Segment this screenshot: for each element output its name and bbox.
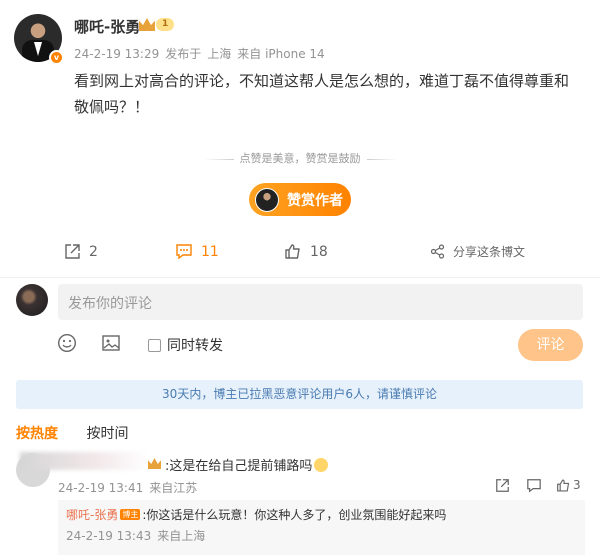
comment-text-body: :这是在给自己提前铺路吗 bbox=[165, 459, 313, 474]
sort-by-hot-tab[interactable]: 按热度 bbox=[16, 426, 58, 442]
post-text: 看到网上对高合的评论，不知道这帮人是怎么想的，难道丁磊不值得尊重和敬佩吗？！ bbox=[74, 72, 570, 116]
commenter-name-blurred bbox=[20, 452, 148, 470]
like-button[interactable]: 18 bbox=[284, 243, 328, 260]
author-name[interactable]: 哪吒-张勇 bbox=[74, 16, 140, 37]
comment-icon bbox=[176, 244, 192, 260]
post-location: 上海 bbox=[207, 47, 232, 61]
reply-author[interactable]: 哪吒-张勇 bbox=[66, 508, 118, 522]
reply-date: 24-2-19 13:43 bbox=[66, 529, 152, 543]
post-actions: 2 11 18 分享这条博文 bbox=[0, 243, 600, 267]
reply-meta: 24-2-19 13:43 来自上海 bbox=[66, 527, 211, 544]
verified-badge-icon: v bbox=[49, 50, 64, 65]
also-forward-checkbox[interactable]: 同时转发 bbox=[148, 335, 223, 355]
blogger-tag: 博主 bbox=[120, 509, 141, 520]
post-meta: 24-2-19 13:29 发布于 上海 来自 iPhone 14 bbox=[74, 45, 331, 62]
reward-hint-text: 点赞是美意，赞赏是鼓励 bbox=[239, 152, 361, 165]
share-label: 分享这条博文 bbox=[453, 245, 526, 259]
comment-input[interactable]: 发布你的评论 bbox=[58, 284, 583, 320]
comment-meta: 24-2-19 13:41 来自江苏 bbox=[58, 479, 203, 496]
reward-avatar bbox=[255, 187, 279, 212]
composer-tools: 同时转发 bbox=[55, 333, 585, 357]
reply-line: 哪吒-张勇 博主:你这话是什么玩意！你这种人多了，创业氛围能好起来吗 bbox=[66, 506, 446, 523]
comment-button[interactable]: 11 bbox=[175, 243, 219, 260]
forward-icon bbox=[65, 244, 80, 259]
image-icon[interactable] bbox=[101, 333, 121, 353]
reply-block: 哪吒-张勇 博主:你这话是什么玩意！你这种人多了，创业氛围能好起来吗 24-2-1… bbox=[58, 500, 585, 555]
emoji-face-icon bbox=[314, 458, 329, 472]
like-count: 18 bbox=[310, 243, 328, 260]
share-icon bbox=[430, 244, 445, 259]
crown-icon bbox=[148, 458, 161, 469]
level-number: 1 bbox=[156, 18, 175, 31]
comment-notice: 30天内，博主已拉黑恶意评论用户6人，请谨慎评论 bbox=[16, 380, 583, 409]
forward-count: 2 bbox=[89, 243, 98, 260]
reply-text: :你这话是什么玩意！你这种人多了，创业氛围能好起来吗 bbox=[142, 508, 447, 522]
thumbs-up-icon bbox=[285, 244, 300, 259]
current-user-avatar[interactable] bbox=[16, 284, 48, 316]
thumbs-up-icon[interactable] bbox=[556, 478, 571, 493]
post-header: v 哪吒-张勇 1 24-2-19 13:29 发布于 上海 来自 iPhone 14 bbox=[14, 14, 584, 66]
comment-location: 来自江苏 bbox=[149, 481, 198, 495]
comment-count: 11 bbox=[201, 243, 219, 260]
comment-text: :这是在给自己提前铺路吗 bbox=[165, 455, 329, 474]
comment-date: 24-2-19 13:41 bbox=[58, 481, 144, 495]
checkbox-box bbox=[148, 338, 161, 352]
crown-icon bbox=[139, 18, 155, 31]
reply-location: 来自上海 bbox=[157, 529, 206, 543]
forward-icon[interactable] bbox=[495, 478, 510, 493]
comment-actions: 3 bbox=[495, 477, 585, 495]
comment-icon[interactable] bbox=[526, 478, 542, 493]
emoji-icon[interactable] bbox=[57, 333, 77, 353]
reward-hint: 点赞是美意，赞赏是鼓励 bbox=[0, 150, 600, 166]
post-date[interactable]: 24-2-19 13:29 bbox=[74, 47, 159, 61]
member-level-badge[interactable]: 1 bbox=[139, 18, 175, 31]
post-device: 来自 iPhone 14 bbox=[237, 47, 325, 61]
divider bbox=[0, 277, 600, 278]
submit-comment-button[interactable]: 评论 bbox=[518, 329, 583, 361]
reward-author-button[interactable]: 赞赏作者 bbox=[249, 183, 351, 216]
sort-by-time-tab[interactable]: 按时间 bbox=[86, 426, 128, 442]
forward-button[interactable]: 2 bbox=[64, 243, 98, 260]
share-button[interactable]: 分享这条博文 bbox=[430, 243, 525, 260]
also-forward-label: 同时转发 bbox=[167, 338, 223, 354]
reward-button-label: 赞赏作者 bbox=[287, 192, 343, 209]
comment-like-count: 3 bbox=[573, 478, 581, 492]
post-source-prefix: 发布于 bbox=[165, 47, 202, 61]
comment-sort-tabs: 按热度 按时间 bbox=[16, 423, 152, 443]
